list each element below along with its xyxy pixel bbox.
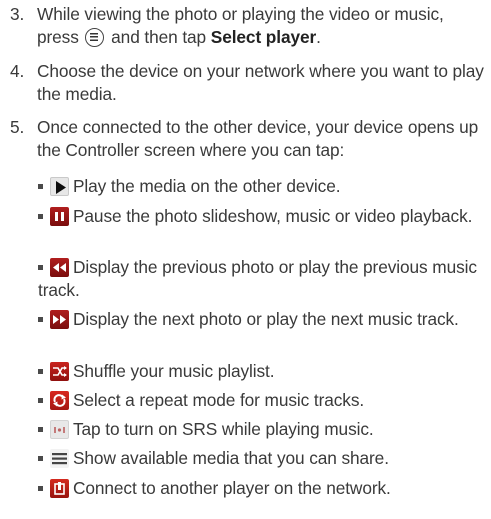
step-text: Choose the device on your network where …	[37, 61, 484, 104]
step-4: 4. Choose the device on your network whe…	[10, 60, 490, 106]
list-item: Select a repeat mode for music tracks.	[38, 389, 488, 412]
list-item: Display the previous photo or play the p…	[38, 256, 488, 302]
repeat-icon	[50, 391, 69, 410]
bullet-marker	[38, 317, 43, 322]
bullet-marker	[38, 486, 43, 491]
list-item-text: Display the next photo or play the next …	[73, 309, 459, 329]
bullet-marker	[38, 456, 43, 461]
list-item-text: Show available media that you can share.	[73, 448, 389, 468]
list-item: Tap to turn on SRS while playing music.	[38, 418, 488, 441]
bullet-marker	[38, 184, 43, 189]
list-item-text: Display the previous photo or play the p…	[38, 257, 477, 300]
list-item-text: Pause the photo slideshow, music or vide…	[73, 206, 473, 226]
srs-icon	[50, 420, 69, 439]
bullet-marker	[38, 369, 43, 374]
step-number: 3.	[10, 4, 25, 24]
step-text: Once connected to the other device, your…	[37, 117, 479, 160]
bullet-marker	[38, 427, 43, 432]
step-text: While viewing the photo or playing the v…	[37, 4, 444, 47]
pause-icon	[50, 207, 69, 226]
bullet-marker	[38, 265, 43, 270]
step-3: 3. While viewing the photo or playing th…	[10, 3, 490, 49]
list-item-text: Tap to turn on SRS while playing music.	[73, 419, 374, 439]
list-item: Shuffle your music playlist.	[38, 360, 488, 383]
list-item-text: Play the media on the other device.	[73, 176, 341, 196]
list-item: Connect to another player on the network…	[38, 477, 488, 500]
list-item: Display the next photo or play the next …	[38, 308, 488, 331]
list-item-text: Select a repeat mode for music tracks.	[73, 390, 365, 410]
step-number: 4.	[10, 61, 25, 81]
bullet-marker	[38, 398, 43, 403]
select-player-label: Select player	[210, 27, 317, 47]
list-item-text: Shuffle your music playlist.	[73, 361, 275, 381]
step-number: 5.	[10, 117, 25, 137]
bullet-marker	[38, 214, 43, 219]
next-icon	[50, 310, 69, 329]
list-item-text: Connect to another player on the network…	[73, 478, 391, 498]
list-item: Show available media that you can share.	[38, 447, 488, 470]
list-item: Pause the photo slideshow, music or vide…	[38, 205, 488, 228]
media-list-icon	[50, 449, 69, 468]
shuffle-icon	[50, 362, 69, 381]
play-icon	[50, 177, 69, 196]
list-item: Play the media on the other device.	[38, 175, 488, 198]
menu-key-icon	[85, 28, 105, 47]
previous-icon	[50, 258, 69, 277]
connect-player-icon	[50, 479, 69, 498]
step-5: 5. Once connected to the other device, y…	[10, 116, 490, 162]
